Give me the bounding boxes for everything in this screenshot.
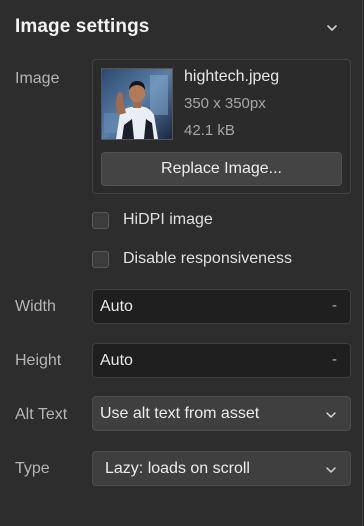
alt-text-select[interactable]: Use alt text from asset <box>92 396 351 431</box>
type-label: Type <box>15 460 50 477</box>
height-unit[interactable]: - <box>332 351 337 368</box>
panel-header[interactable]: Image settings <box>0 0 363 56</box>
chevron-down-icon <box>326 412 336 418</box>
file-size: 42.1 kB <box>184 122 235 139</box>
image-thumbnail[interactable] <box>101 68 173 140</box>
file-name: hightech.jpeg <box>184 68 280 85</box>
hidpi-label: HiDPI image <box>123 211 213 228</box>
height-value: Auto <box>100 352 133 369</box>
chevron-down-icon <box>326 467 336 473</box>
alt-text-selected: Use alt text from asset <box>100 405 260 422</box>
height-label: Height <box>15 352 62 369</box>
panel-title: Image settings <box>15 16 150 37</box>
image-settings-panel: Image settings Image hightech.jpeg 350 x… <box>0 0 363 526</box>
width-unit[interactable]: - <box>332 297 337 314</box>
type-select[interactable]: Lazy: loads on scroll <box>92 451 351 486</box>
type-selected: Lazy: loads on scroll <box>105 460 250 477</box>
width-label: Width <box>15 298 56 315</box>
disable-responsiveness-label: Disable responsiveness <box>123 250 292 267</box>
hidpi-checkbox[interactable] <box>92 212 109 229</box>
replace-image-button[interactable]: Replace Image... <box>101 152 342 186</box>
image-asset-box: hightech.jpeg 350 x 350px 42.1 kB Replac… <box>92 59 351 194</box>
person-photo-icon <box>102 69 172 139</box>
width-field[interactable]: Auto - <box>92 289 351 324</box>
file-dimensions: 350 x 350px <box>184 95 266 112</box>
height-field[interactable]: Auto - <box>92 343 351 378</box>
disable-responsiveness-checkbox[interactable] <box>92 251 109 268</box>
alt-text-label: Alt Text <box>15 406 68 423</box>
image-label: Image <box>15 70 60 87</box>
width-value: Auto <box>100 298 133 315</box>
chevron-down-icon[interactable] <box>324 20 340 36</box>
